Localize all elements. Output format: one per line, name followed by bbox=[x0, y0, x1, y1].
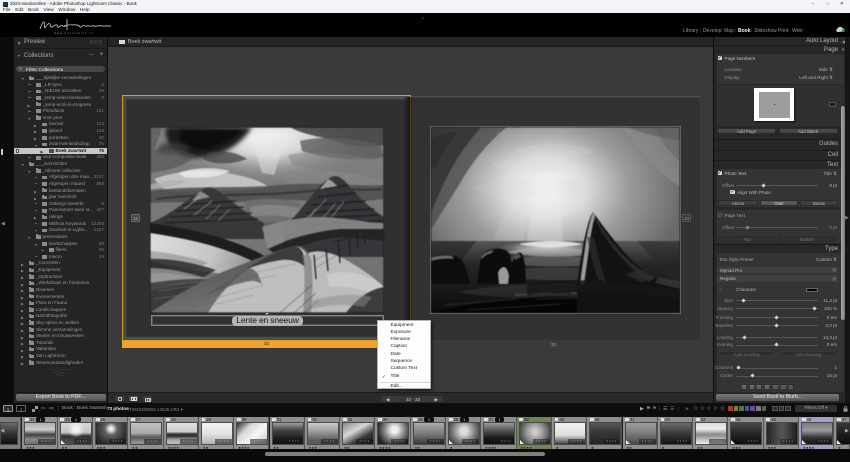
svg-text:www.photofacts.nl: www.photofacts.nl bbox=[54, 31, 94, 35]
